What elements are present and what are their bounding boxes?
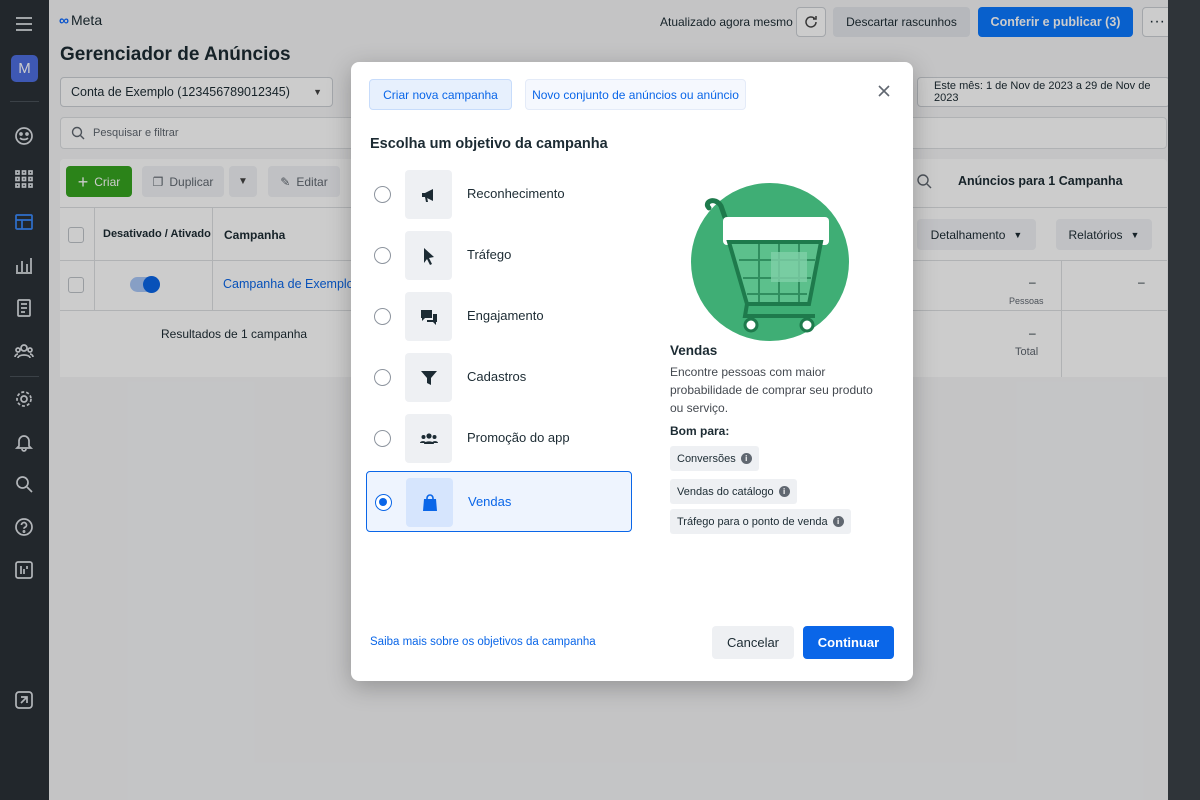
option-label: Cadastros xyxy=(467,369,527,384)
radio-button[interactable] xyxy=(374,430,391,447)
continue-button[interactable]: Continuar xyxy=(803,626,894,659)
option-label: Tráfego xyxy=(467,247,512,262)
good-for-label: Bom para: xyxy=(670,424,730,438)
megaphone-icon xyxy=(405,170,452,219)
campaign-objective-dialog: Criar nova campanha Novo conjunto de anú… xyxy=(351,62,913,681)
option-label: Promoção do app xyxy=(467,430,570,445)
objective-option-leads[interactable]: Cadastros xyxy=(366,347,632,408)
dialog-heading: Escolha um objetivo da campanha xyxy=(370,136,608,152)
good-for-chip: Tráfego para o ponto de venda i xyxy=(670,509,851,534)
objective-detail-title: Vendas xyxy=(670,343,718,358)
shopping-bag-icon xyxy=(406,478,453,527)
option-label: Engajamento xyxy=(467,308,544,323)
radio-button[interactable] xyxy=(374,247,391,264)
objective-option-app-promotion[interactable]: Promoção do app xyxy=(366,408,632,469)
info-icon[interactable]: i xyxy=(778,486,790,497)
tab-create-new-campaign[interactable]: Criar nova campanha xyxy=(369,79,512,110)
option-label: Vendas xyxy=(468,494,512,509)
objective-detail-description: Encontre pessoas com maior probabilidade… xyxy=(670,365,873,415)
info-icon[interactable]: i xyxy=(740,453,752,464)
filter-icon xyxy=(405,353,452,402)
cancel-button[interactable]: Cancelar xyxy=(712,626,794,659)
close-icon[interactable] xyxy=(875,82,893,100)
radio-button-selected[interactable] xyxy=(375,494,392,511)
objective-option-awareness[interactable]: Reconhecimento xyxy=(366,164,632,225)
learn-more-link[interactable]: Saiba mais sobre os objetivos da campanh… xyxy=(370,636,596,648)
objective-option-traffic[interactable]: Tráfego xyxy=(366,225,632,286)
tab-new-adset-or-ad[interactable]: Novo conjunto de anúncios ou anúncio xyxy=(525,79,746,110)
option-label: Reconhecimento xyxy=(467,186,565,201)
radio-button[interactable] xyxy=(374,186,391,203)
people-icon xyxy=(405,414,452,463)
objective-option-sales[interactable]: Vendas xyxy=(366,471,632,532)
info-icon[interactable]: i xyxy=(832,516,844,527)
radio-button[interactable] xyxy=(374,369,391,386)
chat-icon xyxy=(405,292,452,341)
radio-button[interactable] xyxy=(374,308,391,325)
good-for-chip: Conversões i xyxy=(670,446,759,471)
objective-option-engagement[interactable]: Engajamento xyxy=(366,286,632,347)
cursor-icon xyxy=(405,231,452,280)
good-for-chip: Vendas do catálogo i xyxy=(670,479,797,504)
shopping-cart-illustration xyxy=(691,183,849,341)
